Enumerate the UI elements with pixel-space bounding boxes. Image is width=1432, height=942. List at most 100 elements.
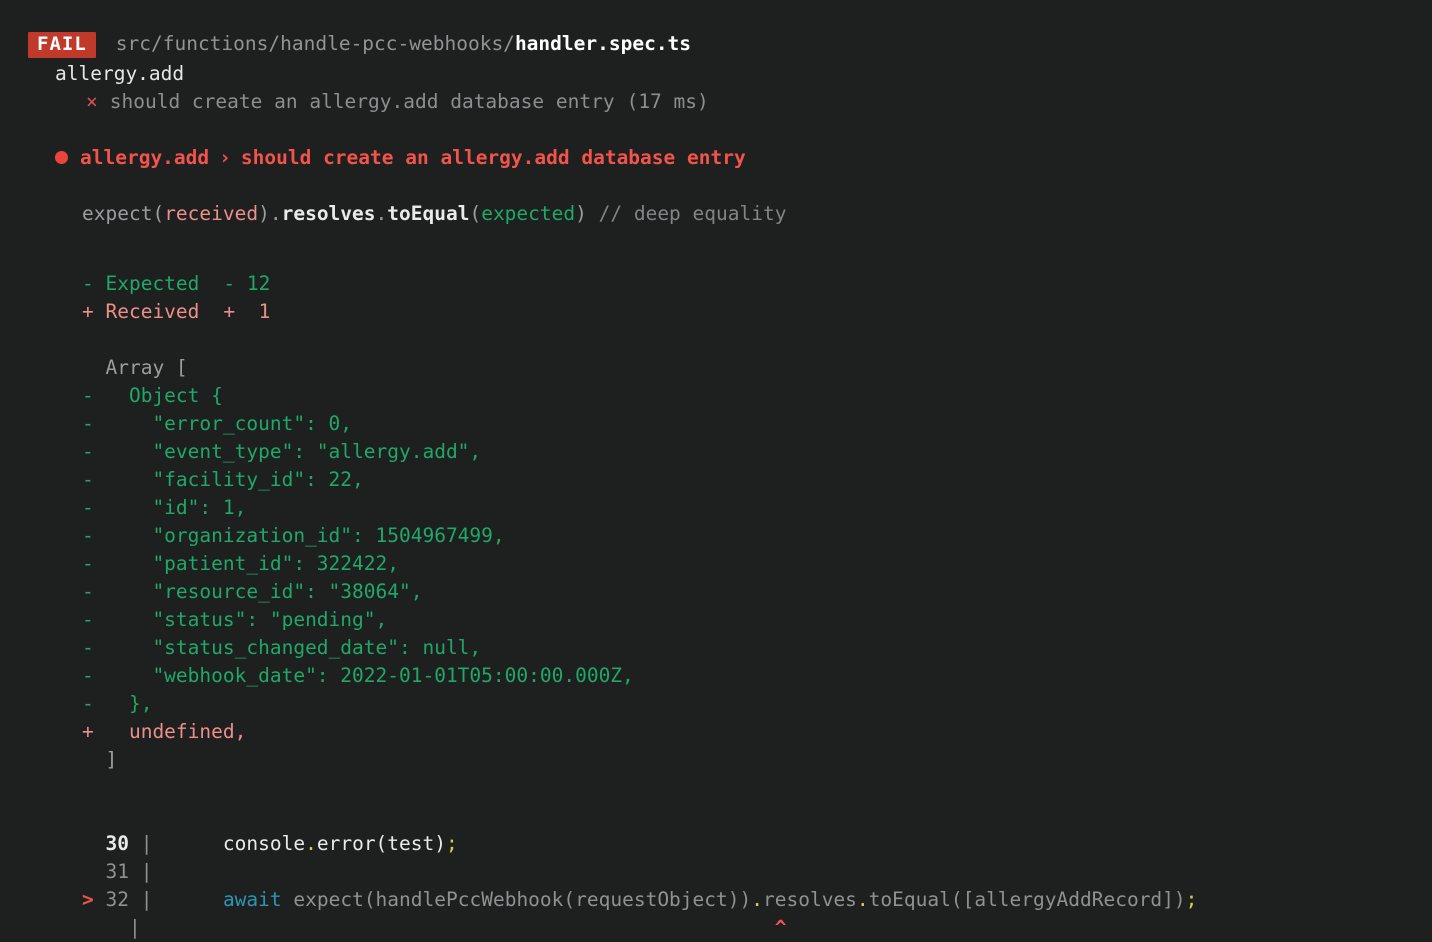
test-file-name: handler.spec.ts: [514, 32, 692, 55]
diff-line: - Object {: [0, 382, 1432, 410]
matcher-dot: .: [375, 202, 388, 225]
diff-line: - "id": 1,: [0, 494, 1432, 522]
matcher-expect-open: expect(: [82, 202, 165, 225]
test-case-row: × should create an allergy.add database e…: [0, 88, 1432, 116]
code-frame-token: console: [152, 832, 306, 855]
failure-suite-label: allergy.add: [80, 146, 210, 169]
diff-line-sign: -: [82, 468, 106, 491]
legend-expected-label: - Expected: [82, 272, 200, 295]
diff-line-sign: [82, 748, 105, 771]
diff-line: - "error_count": 0,: [0, 410, 1432, 438]
diff-line-text: Array [: [105, 356, 188, 379]
matcher-comment: // deep equality: [586, 202, 787, 225]
code-frame-line: 31 |: [0, 858, 1432, 886]
diff-line-sign: -: [82, 440, 106, 463]
code-frame-caret-row: | ^: [0, 914, 1432, 942]
test-duration: (17 ms): [626, 90, 709, 113]
diff-line: - "webhook_date": 2022-01-01T05:00:00.00…: [0, 662, 1432, 690]
test-suite-name-row: allergy.add: [0, 60, 1432, 88]
matcher-name: toEqual: [387, 202, 470, 225]
diff-line: + undefined,: [0, 718, 1432, 746]
code-frame-error-marker: [82, 832, 94, 855]
diff-line-text: Object {: [105, 384, 223, 407]
code-frame: 30 | console.error(test); 31 | > 32 | awa…: [0, 830, 1432, 942]
diff-line-text: },: [105, 692, 153, 715]
matcher-expect-close: ).: [258, 202, 282, 225]
diff-line: Array [: [0, 354, 1432, 382]
legend-expected-row: - Expected - 12: [0, 270, 1432, 298]
diff-line-sign: [82, 356, 105, 379]
code-frame-token: .: [305, 832, 317, 855]
test-file-header: FAIL src/functions/handle-pcc-webhooks/ha…: [0, 0, 1432, 60]
diff-line-text: "status": "pending",: [105, 608, 388, 631]
matcher-received-word: received: [164, 202, 259, 225]
legend-expected-count: - 12: [223, 272, 271, 295]
matcher-chain: resolves: [281, 202, 376, 225]
failure-test-label: should create an allergy.add database en…: [240, 146, 746, 169]
spacer-5b: [0, 802, 1432, 830]
diff-line: - "event_type": "allergy.add",: [0, 438, 1432, 466]
diff-line: - "status": "pending",: [0, 606, 1432, 634]
code-frame-line: 30 | console.error(test);: [0, 830, 1432, 858]
matcher-paren-open: (: [469, 202, 482, 225]
code-frame-token: error(test): [316, 832, 446, 855]
code-frame-line-number: 31: [105, 860, 129, 883]
diff-line-sign: -: [82, 412, 106, 435]
legend-received-label: + Received: [82, 300, 200, 323]
diff-line: - "patient_id": 322422,: [0, 550, 1432, 578]
diff-line-text: "error_count": 0,: [105, 412, 353, 435]
diff-line-sign: -: [82, 524, 106, 547]
failure-separator-icon: ›: [219, 146, 231, 169]
diff-line-text: "event_type": "allergy.add",: [105, 440, 482, 463]
spacer-3b: [0, 256, 1432, 270]
test-file-path-prefix: src/functions/handle-pcc-webhooks/: [115, 32, 515, 55]
terminal-output: . . . . FAIL src/functions/handle-pcc-web…: [0, 0, 1432, 939]
diff-line: - "resource_id": "38064",: [0, 578, 1432, 606]
diff-line-text: "webhook_date": 2022-01-01T05:00:00.000Z…: [105, 664, 634, 687]
diff-line-sign: -: [82, 636, 106, 659]
diff-line-text: "organization_id": 1504967499,: [105, 524, 505, 547]
diff-line-text: "facility_id": 22,: [105, 468, 364, 491]
code-frame-line: > 32 | await expect(handlePccWebhook(req…: [0, 886, 1432, 914]
diff-line-sign: -: [82, 580, 106, 603]
diff-line: - "status_changed_date": null,: [0, 634, 1432, 662]
diff-line-sign: -: [82, 552, 106, 575]
diff-line-sign: -: [82, 664, 106, 687]
diff-line-sign: -: [82, 692, 106, 715]
diff-line-sign: +: [82, 720, 106, 743]
diff-line-text: "status_changed_date": null,: [105, 636, 482, 659]
legend-received-count: + 1: [223, 300, 271, 323]
diff-line: - "facility_id": 22,: [0, 466, 1432, 494]
code-frame-error-marker: [82, 860, 94, 883]
matcher-paren-close: ): [575, 202, 587, 225]
diff-line-text: "patient_id": 322422,: [105, 552, 399, 575]
failure-bullet-icon: [55, 150, 68, 164]
code-frame-gutter-pipe: |: [128, 916, 141, 939]
clipped-scrollback-line: . . . .: [0, 0, 1432, 4]
diff-line: ]: [0, 746, 1432, 774]
matcher-expected-word: expected: [481, 202, 576, 225]
code-frame-gutter-pipe: |: [140, 860, 153, 883]
code-frame-token: ;: [446, 832, 458, 855]
test-suite-name: allergy.add: [55, 62, 185, 85]
test-failed-icon: ×: [86, 90, 98, 113]
diff-line: - "organization_id": 1504967499,: [0, 522, 1432, 550]
code-frame-caret-icon: ^: [774, 916, 787, 939]
diff-line-sign: -: [82, 496, 106, 519]
legend-received-row: + Received + 1: [0, 298, 1432, 326]
diff-line-text: ]: [105, 748, 118, 771]
code-frame-line-number: 30: [105, 832, 129, 855]
diff-line-sign: -: [82, 608, 106, 631]
test-case-name: should create an allergy.add database en…: [109, 90, 615, 113]
diff-line-text: "id": 1,: [105, 496, 247, 519]
diff-line: - },: [0, 690, 1432, 718]
diff-line-sign: -: [82, 384, 106, 407]
diff-line-text: undefined,: [105, 720, 247, 743]
failure-title-row: allergy.add › should create an allergy.add…: [0, 144, 1432, 172]
fail-status-badge: FAIL: [28, 32, 96, 58]
diff-line-text: "resource_id": "38064",: [105, 580, 423, 603]
